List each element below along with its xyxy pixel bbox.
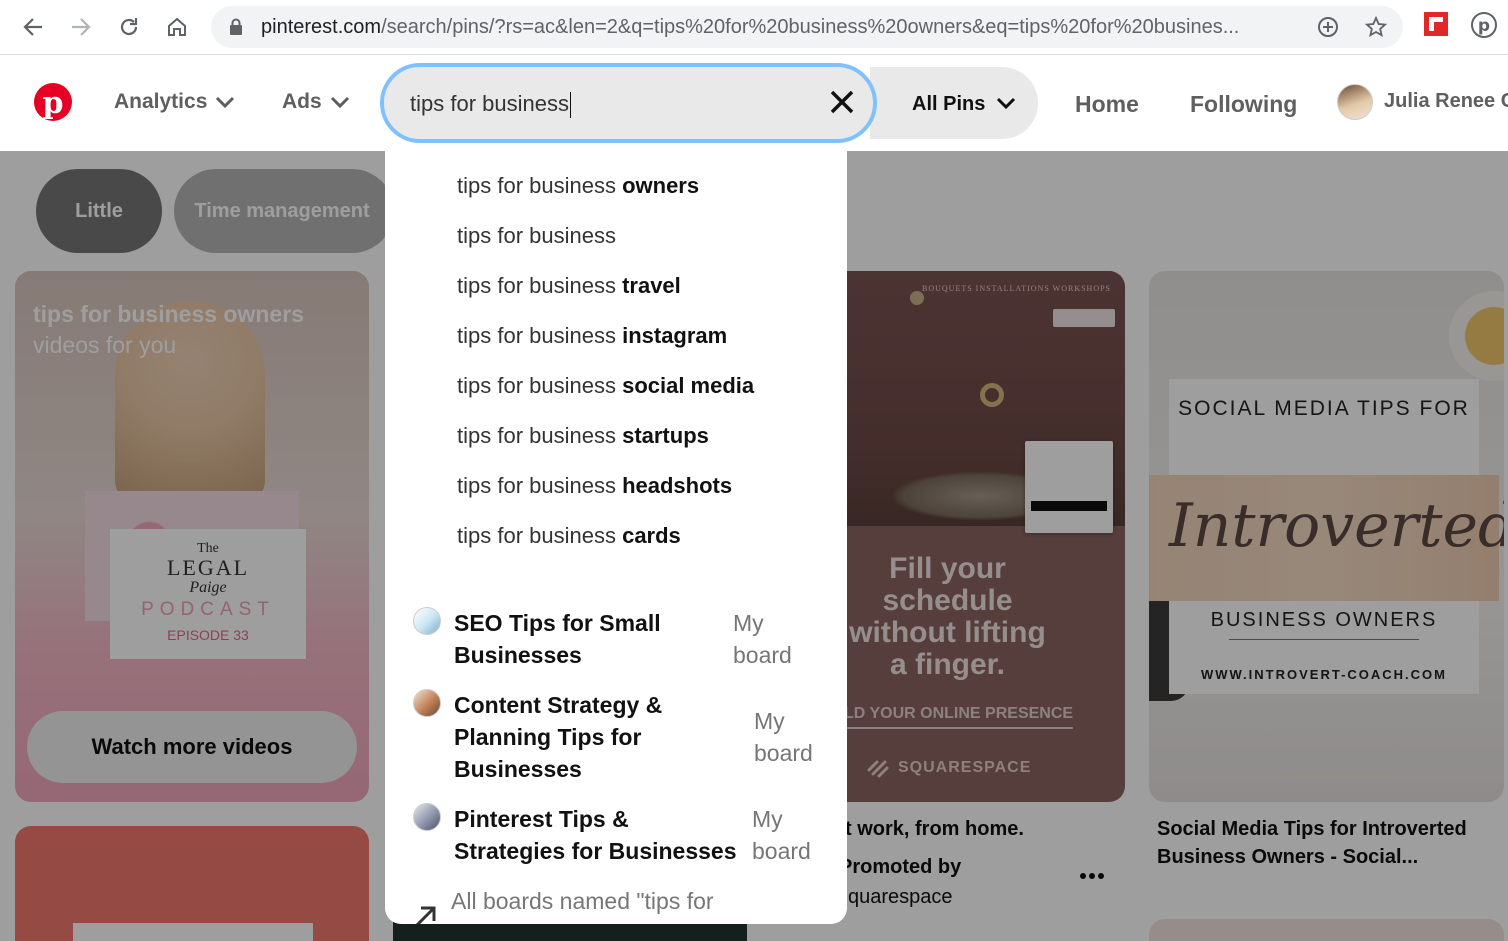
pinterest-header: p Analytics Ads All Pins tips for busine… — [0, 55, 1508, 151]
following-label: Following — [1190, 91, 1298, 117]
home-link[interactable]: Home — [1075, 91, 1139, 118]
board-title: SEO Tips for Small Businesses — [454, 610, 661, 668]
home-label: Home — [1075, 91, 1139, 117]
search-input[interactable]: tips for business — [380, 63, 877, 143]
suggestion-bold: cards — [622, 523, 681, 548]
svg-text:p: p — [43, 86, 64, 121]
chevron-down-icon — [216, 96, 235, 108]
search-suggestions-dropdown: tips for business owners tips for busine… — [385, 151, 847, 924]
install-app-icon[interactable] — [1317, 16, 1339, 38]
analytics-label: Analytics — [114, 90, 208, 113]
board-title: Pinterest Tips & Strategies for Business… — [454, 806, 737, 864]
suggestion-base: tips for business — [457, 473, 623, 498]
home-button[interactable] — [160, 10, 194, 44]
suggestion-item[interactable]: tips for business cards — [457, 523, 681, 549]
suggestion-bold: travel — [622, 273, 681, 298]
suggestion-bold: owners — [622, 173, 700, 198]
bookmark-star-icon[interactable] — [1365, 16, 1387, 38]
suggestion-item[interactable]: tips for business startups — [457, 423, 709, 449]
search-scope-dropdown[interactable]: All Pins — [870, 67, 1038, 139]
search-scope-label: All Pins — [912, 93, 986, 115]
svg-text:p: p — [1478, 16, 1490, 36]
suggestion-base: tips for business — [457, 273, 623, 298]
board-suggestion[interactable]: Pinterest Tips & Strategies for Business… — [413, 803, 833, 867]
suggestion-base: tips for business — [457, 173, 623, 198]
board-suggestion[interactable]: SEO Tips for Small Businesses My board — [413, 607, 833, 671]
suggestion-item[interactable]: tips for business social media — [457, 373, 754, 399]
ads-menu[interactable]: Ads — [282, 90, 350, 114]
home-icon — [168, 17, 186, 36]
analytics-menu[interactable]: Analytics — [114, 90, 235, 114]
pinterest-extension-icon[interactable]: p — [1471, 12, 1497, 43]
reload-icon — [120, 18, 138, 36]
flipboard-extension-icon[interactable] — [1424, 12, 1448, 41]
suggestion-base: tips for business — [457, 523, 623, 548]
address-bar[interactable]: pinterest.com/search/pins/?rs=ac&len=2&q… — [211, 6, 1403, 48]
suggestion-item[interactable]: tips for business instagram — [457, 323, 727, 349]
chevron-down-icon — [330, 96, 349, 108]
all-boards-link[interactable]: All boards named "tips for business" — [413, 885, 833, 924]
suggestion-base: tips for business — [457, 223, 616, 248]
lock-icon — [230, 18, 242, 35]
board-suggestion[interactable]: Content Strategy & Planning Tips for Bus… — [413, 689, 833, 785]
board-subtitle: My board — [733, 610, 792, 668]
back-arrow-icon — [23, 18, 42, 36]
ads-label: Ads — [282, 90, 322, 113]
chevron-down-icon — [996, 97, 1016, 109]
board-subtitle: My board — [754, 708, 813, 766]
forward-arrow-icon — [72, 18, 91, 36]
suggestion-base: tips for business — [457, 373, 623, 398]
url-text: pinterest.com/search/pins/?rs=ac&len=2&q… — [261, 16, 1240, 38]
avatar[interactable] — [1337, 84, 1373, 120]
profile-link[interactable]: Julia Renee C — [1384, 90, 1508, 113]
following-link[interactable]: Following — [1190, 91, 1297, 118]
browser-toolbar: pinterest.com/search/pins/?rs=ac&len=2&q… — [0, 0, 1508, 55]
arrow-up-right-icon — [415, 906, 436, 924]
pinterest-logo-icon[interactable]: p — [34, 83, 72, 121]
suggestion-item[interactable]: tips for business owners — [457, 173, 699, 199]
suggestion-base: tips for business — [457, 323, 623, 348]
forward-button[interactable] — [64, 10, 98, 44]
user-name: Julia Renee C — [1384, 90, 1508, 112]
board-thumbnail — [413, 607, 441, 635]
reload-button[interactable] — [112, 10, 146, 44]
suggestion-item[interactable]: tips for business travel — [457, 273, 681, 299]
suggestion-base: tips for business — [457, 423, 623, 448]
clear-search-icon[interactable] — [829, 89, 855, 115]
suggestion-item[interactable]: tips for business — [457, 223, 616, 249]
suggestion-bold: instagram — [622, 323, 728, 348]
suggestion-bold: social media — [622, 373, 755, 398]
board-title: Content Strategy & Planning Tips for Bus… — [454, 692, 663, 782]
suggestion-bold: headshots — [622, 473, 733, 498]
board-thumbnail — [413, 689, 441, 717]
suggestion-bold: startups — [622, 423, 709, 448]
suggestion-item[interactable]: tips for business headshots — [457, 473, 732, 499]
back-button[interactable] — [16, 10, 50, 44]
text-caret — [569, 92, 571, 119]
board-thumbnail — [413, 803, 441, 831]
board-subtitle: My board — [752, 806, 811, 864]
search-query-text: tips for business — [410, 91, 569, 116]
all-boards-label: All boards named "tips for business" — [451, 888, 714, 924]
